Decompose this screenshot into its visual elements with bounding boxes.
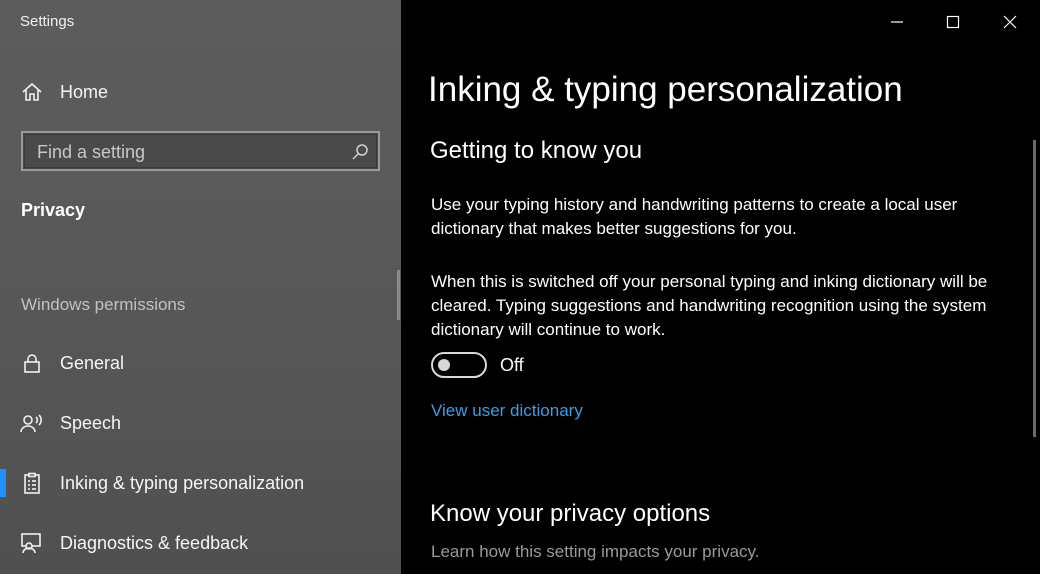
- sidebar-item-general[interactable]: General: [0, 343, 401, 383]
- section-heading: Getting to know you: [430, 137, 643, 164]
- app-title: Settings: [20, 13, 75, 30]
- sidebar-item-label: Speech: [60, 412, 122, 433]
- sidebar-item-inking-typing[interactable]: Inking & typing personalization: [0, 463, 401, 503]
- section-title-privacy: Privacy: [21, 200, 86, 220]
- sidebar: Settings Home Find a setting Privacy Win…: [0, 0, 401, 574]
- main-scrollbar[interactable]: [1033, 140, 1036, 437]
- sidebar-item-label: Diagnostics & feedback: [60, 532, 249, 553]
- diagnostics-icon: [20, 531, 44, 555]
- toggle-knob: [438, 359, 450, 371]
- sidebar-item-label: Inking & typing personalization: [60, 472, 305, 493]
- home-icon: [20, 80, 44, 104]
- lock-icon: [20, 351, 44, 375]
- main-pane: Inking & typing personalization Getting …: [401, 0, 1040, 574]
- search-input[interactable]: Find a setting: [21, 131, 380, 171]
- sidebar-item-label: General: [60, 352, 125, 373]
- dictionary-toggle[interactable]: [431, 352, 487, 378]
- nav-home-label: Home: [60, 81, 109, 102]
- view-user-dictionary-link[interactable]: View user dictionary: [431, 401, 583, 421]
- page-title: Inking & typing personalization: [428, 70, 903, 109]
- close-button[interactable]: [996, 8, 1024, 36]
- description-text: Use your typing history and handwriting …: [431, 195, 958, 238]
- toggle-state-label: Off: [500, 355, 524, 375]
- maximize-icon: [946, 15, 960, 29]
- minimize-icon: [891, 21, 903, 23]
- description-text: When this is switched off your personal …: [431, 272, 988, 339]
- search-icon[interactable]: [350, 142, 370, 162]
- section-subtext: Learn how this setting impacts your priv…: [431, 542, 760, 561]
- maximize-button[interactable]: [939, 8, 967, 36]
- active-indicator: [0, 469, 6, 497]
- minimize-button[interactable]: [883, 8, 911, 36]
- close-icon: [1003, 15, 1017, 29]
- sidebar-item-speech[interactable]: Speech: [0, 403, 401, 443]
- sidebar-item-diagnostics[interactable]: Diagnostics & feedback: [0, 523, 401, 563]
- clipboard-icon: [20, 471, 44, 495]
- search-placeholder: Find a setting: [37, 142, 146, 162]
- section-heading: Know your privacy options: [430, 500, 711, 527]
- speech-icon: [20, 411, 44, 435]
- group-title-windows-permissions: Windows permissions: [21, 295, 186, 314]
- nav-home[interactable]: Home: [0, 72, 401, 112]
- sidebar-scrollbar[interactable]: [397, 270, 400, 320]
